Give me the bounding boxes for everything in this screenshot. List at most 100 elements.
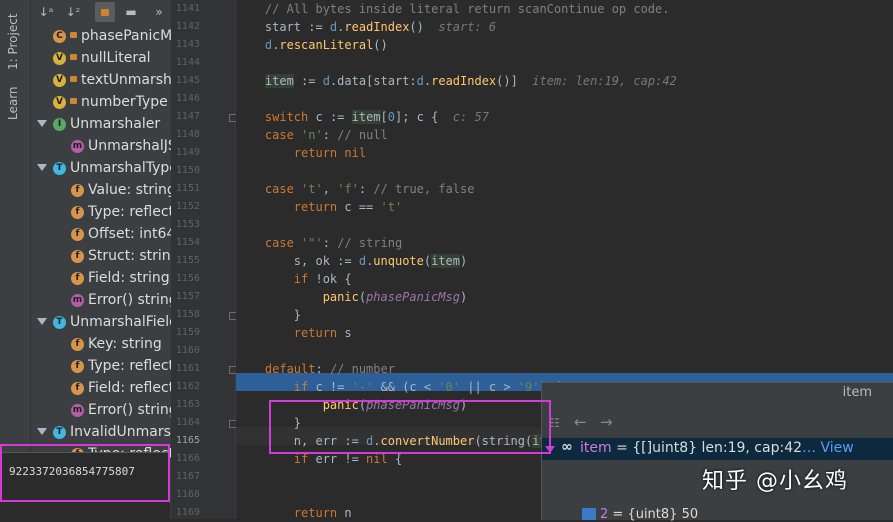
code-token: readIndex: [431, 74, 497, 88]
method-icon: m: [71, 140, 84, 153]
watch-row[interactable]: ∞ item = {[]uint8} len:19, cap:42… View: [542, 438, 893, 460]
line-number: 1157: [175, 291, 200, 302]
tree-item[interactable]: f Offset: int64: [31, 224, 171, 246]
code-token: case: [264, 128, 294, 142]
tree-item[interactable]: m Error() string: [31, 400, 171, 422]
tree-item[interactable]: f Field: string: [31, 268, 171, 290]
tree-item-label: UnmarshalTypeError: [70, 160, 171, 176]
code-token: 'f': [337, 182, 359, 196]
code-line: if !ok {: [236, 270, 893, 288]
code-token: '9': [517, 380, 540, 394]
expand-arrow-icon[interactable]: [37, 164, 47, 171]
annotation-arrow: [545, 446, 555, 453]
expand-arrow-icon[interactable]: [37, 120, 47, 127]
code-token: :: [315, 362, 330, 376]
code-line: s, ok := d.unquote(item): [236, 252, 893, 270]
back-icon[interactable]: ←: [574, 413, 587, 431]
line-number: 1153: [175, 219, 200, 230]
tree-item[interactable]: VtextUnmarshalerType: [31, 70, 171, 92]
line-number: 1145: [175, 75, 200, 86]
tree-item[interactable]: T UnmarshalTypeError: [31, 158, 171, 180]
learn-tool-tab[interactable]: Learn: [6, 86, 20, 120]
line-number: 1151: [175, 183, 200, 194]
code-token: :=: [293, 74, 323, 88]
line-number: 1152: [175, 201, 200, 212]
tree-item-label: UnmarshalJSON: [88, 138, 171, 154]
view-link[interactable]: … View: [802, 440, 854, 456]
line-number: 1144: [175, 57, 200, 68]
line-number: 1161: [175, 363, 200, 374]
code-token: '-': [351, 380, 374, 394]
code-line: return nil: [236, 144, 893, 162]
code-line: switch c := item[0]; c { c: 57: [236, 108, 893, 126]
sort-by-type-icon[interactable]: ↓ᶻ: [63, 2, 83, 22]
code-token: c ==: [337, 200, 381, 214]
private-lock-icon: [70, 98, 77, 104]
tree-item[interactable]: f Field: reflect.StructField: [31, 378, 171, 400]
tool-window-strip: 1: Project Learn: [0, 0, 31, 519]
code-line: panic(phasePanicMsg): [236, 288, 893, 306]
forward-icon[interactable]: →: [600, 413, 613, 431]
tree-item[interactable]: f Value: string: [31, 180, 171, 202]
sort-alpha-icon[interactable]: ↓ᵃ: [36, 2, 56, 22]
code-token: case: [264, 236, 294, 250]
code-token: ): [460, 254, 468, 268]
watch-glasses-icon: ∞: [561, 439, 573, 455]
code-token: panic: [322, 290, 359, 304]
variable-icon: V: [53, 96, 66, 109]
tree-item[interactable]: m UnmarshalJSON: [31, 136, 171, 158]
field-icon: f: [71, 250, 84, 263]
tree-item[interactable]: T InvalidUnmarshalError: [31, 422, 171, 444]
variable-icon: V: [53, 74, 66, 87]
var-type: = {[]uint8}: [611, 440, 702, 456]
code-token: switch: [264, 110, 309, 124]
code-line: case 't', 'f': // true, false: [236, 180, 893, 198]
code-token: :: [322, 128, 338, 142]
code-line: return s: [236, 324, 893, 342]
tree-item[interactable]: f Type: reflect.Type: [31, 202, 171, 224]
field-icon: f: [71, 382, 84, 395]
code-token: readIndex: [344, 20, 410, 34]
code-token: 'n': [301, 128, 323, 142]
line-number: 1166: [175, 453, 200, 464]
line-number: 1168: [175, 489, 200, 500]
tree-item[interactable]: CphasePanicMsg: [31, 26, 171, 48]
code-token: s, ok :=: [236, 254, 359, 268]
more-icon[interactable]: »: [149, 2, 169, 22]
code-line: return c == 't': [236, 198, 893, 216]
code-token: phasePanicMsg: [366, 290, 460, 304]
tree-item-label: Error() string: [88, 292, 171, 308]
tree-item[interactable]: f Key: string: [31, 334, 171, 356]
code-line: case '"': // string: [236, 234, 893, 252]
code-token: // null: [337, 128, 388, 142]
folder-icon[interactable]: ▬: [121, 2, 141, 22]
tree-item[interactable]: m Error() string: [31, 290, 171, 312]
tree-item[interactable]: T UnmarshalFieldError: [31, 312, 171, 334]
tree-item[interactable]: f Type: reflect.Type: [31, 356, 171, 378]
tree-item[interactable]: f Struct: string: [31, 246, 171, 268]
debug-value-popup: item ☷ ← → ∞ item = {[]uint8} len:19, ca…: [541, 382, 893, 522]
tree-item-label: Key: string: [88, 336, 162, 352]
line-number: 1156: [175, 273, 200, 284]
code-token: return: [293, 200, 338, 214]
expand-arrow-icon[interactable]: [37, 318, 47, 325]
code-token: ,: [322, 182, 338, 196]
project-tool-tab[interactable]: 1: Project: [6, 13, 20, 70]
line-number: 1150: [175, 165, 200, 176]
code-token: (): [373, 38, 388, 52]
show-private-icon[interactable]: [95, 2, 115, 22]
code-token: unquote: [373, 254, 424, 268]
tree-item[interactable]: VnullLiteral: [31, 48, 171, 70]
code-token: start: 6: [438, 20, 497, 34]
expand-arrow-icon[interactable]: [37, 428, 47, 435]
tree-item[interactable]: I Unmarshaler: [31, 114, 171, 136]
field-icon: f: [71, 184, 84, 197]
tree-item[interactable]: VnumberType: [31, 92, 171, 114]
code-token: if: [293, 380, 309, 394]
